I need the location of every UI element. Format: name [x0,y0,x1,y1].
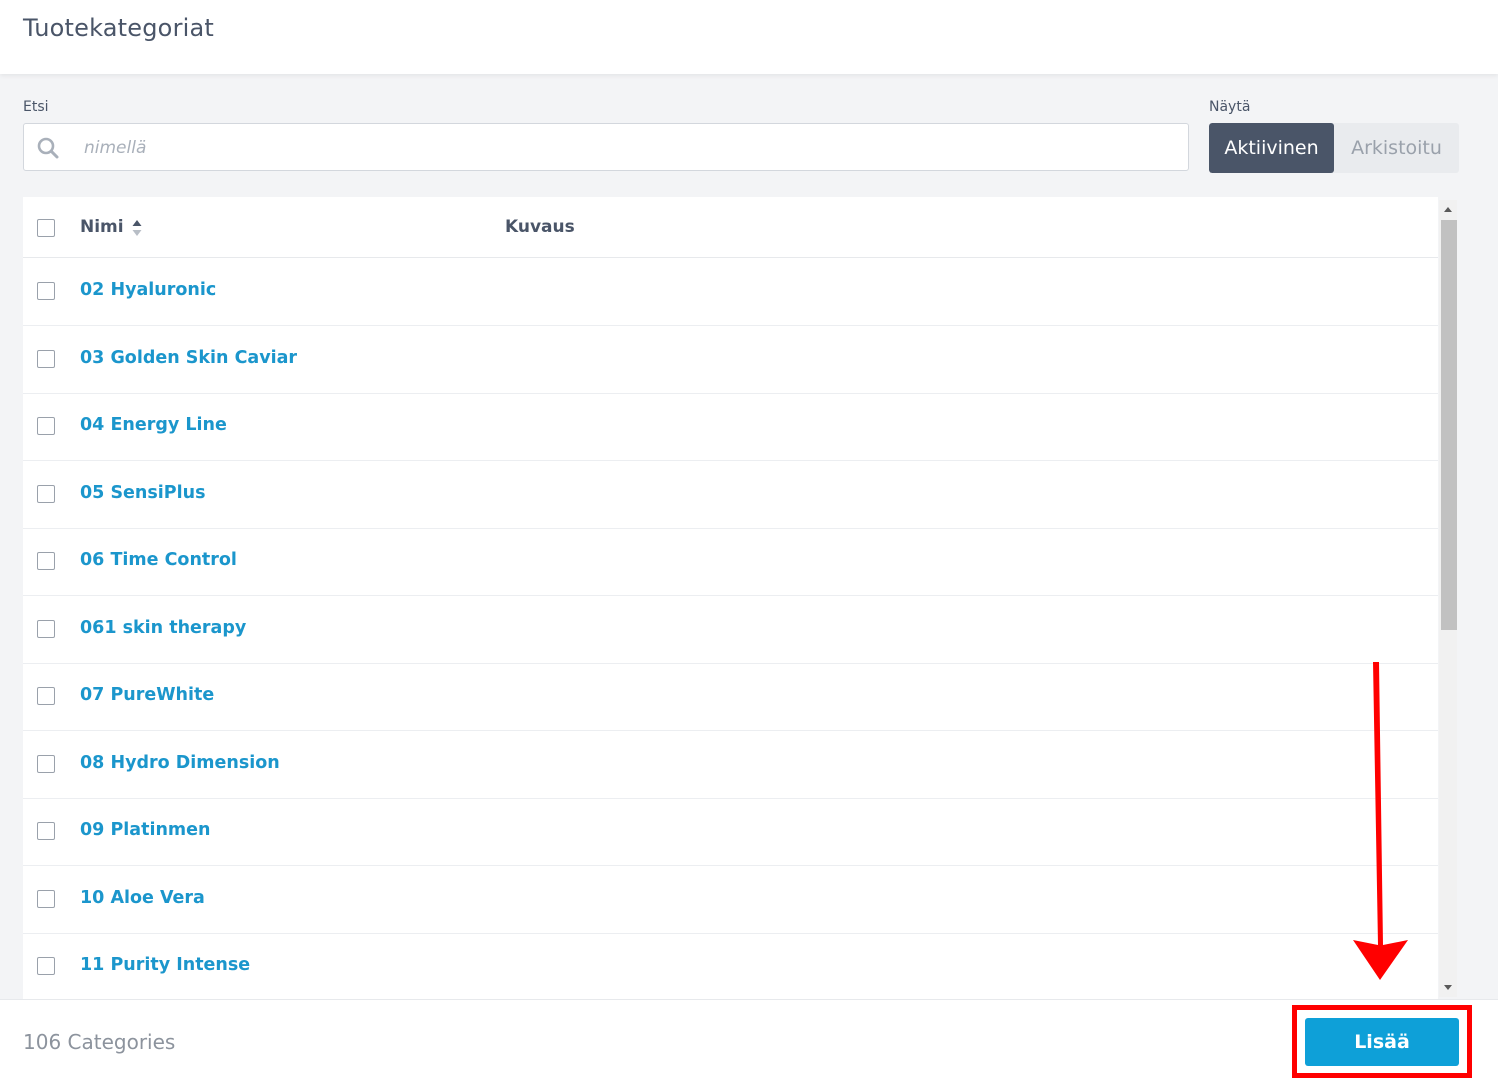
search-icon [37,137,59,159]
table-row: 02 Hyaluronic [23,258,1438,326]
search-label: Etsi [23,99,49,115]
column-header-description: Kuvaus [505,217,575,237]
search-input[interactable] [82,132,1176,164]
add-button[interactable]: Lisää [1305,1018,1459,1066]
category-link[interactable]: 10 Aloe Vera [80,888,205,908]
table-row: 07 PureWhite [23,663,1438,731]
scroll-up-icon[interactable] [1444,207,1452,212]
page-footer: 106 Categories Lisää [0,999,1498,1084]
sort-icon[interactable] [131,218,143,238]
table-row: 04 Energy Line [23,393,1438,461]
table-row: 03 Golden Skin Caviar [23,326,1438,394]
table-row: 10 Aloe Vera [23,866,1438,934]
category-link[interactable]: 06 Time Control [80,550,237,570]
category-link[interactable]: 02 Hyaluronic [80,280,216,300]
category-link[interactable]: 08 Hydro Dimension [80,753,280,773]
row-checkbox[interactable] [37,957,55,975]
show-label: Näytä [1209,99,1251,115]
status-toggle: Aktiivinen Arkistoitu [1209,123,1459,173]
page-title: Tuotekategoriat [23,14,215,42]
scroll-thumb[interactable] [1441,220,1457,630]
row-checkbox[interactable] [37,687,55,705]
search-box [23,123,1189,171]
table-row: 08 Hydro Dimension [23,731,1438,799]
table-row: 09 Platinmen [23,798,1438,866]
table-row: 061 skin therapy [23,596,1438,664]
table-row: 11 Purity Intense [23,933,1438,999]
category-link[interactable]: 03 Golden Skin Caviar [80,348,297,368]
page-header: Tuotekategoriat [0,0,1498,74]
row-checkbox[interactable] [37,485,55,503]
row-checkbox[interactable] [37,417,55,435]
category-link[interactable]: 09 Platinmen [80,820,210,840]
row-checkbox[interactable] [37,282,55,300]
table-header: Nimi Kuvaus [23,197,1438,258]
category-link[interactable]: 061 skin therapy [80,618,246,638]
select-all-checkbox[interactable] [37,219,55,237]
table-row: 05 SensiPlus [23,461,1438,529]
column-header-name[interactable]: Nimi [80,217,124,237]
row-checkbox[interactable] [37,350,55,368]
table-scrollbar[interactable] [1439,200,1457,997]
row-checkbox[interactable] [37,552,55,570]
toggle-archived[interactable]: Arkistoitu [1334,123,1459,173]
category-count: 106 Categories [23,1030,176,1054]
category-link[interactable]: 11 Purity Intense [80,955,250,975]
row-checkbox[interactable] [37,755,55,773]
row-checkbox[interactable] [37,620,55,638]
category-link[interactable]: 05 SensiPlus [80,483,206,503]
scroll-down-icon[interactable] [1444,985,1452,990]
category-link[interactable]: 07 PureWhite [80,685,214,705]
toggle-active[interactable]: Aktiivinen [1209,123,1334,173]
row-checkbox[interactable] [37,822,55,840]
category-link[interactable]: 04 Energy Line [80,415,227,435]
arrow-down-icon [1353,662,1408,980]
categories-table: Nimi Kuvaus 02 Hyaluronic 03 Golden Skin… [23,197,1438,999]
table-row: 06 Time Control [23,528,1438,596]
row-checkbox[interactable] [37,890,55,908]
